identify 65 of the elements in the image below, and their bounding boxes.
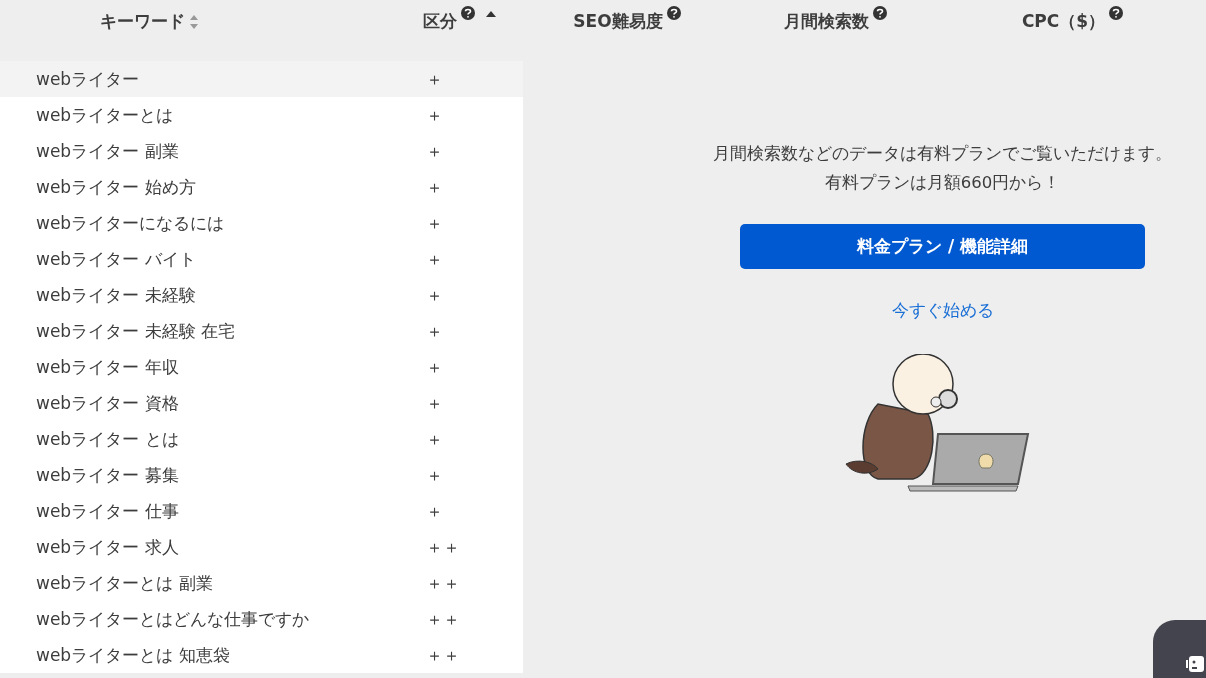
table-row[interactable]: webライター 副業 ＋ [0,133,523,169]
category-cell: ＋ [426,247,443,271]
category-cell: ＋＋ [426,535,460,559]
table-row[interactable]: webライター 資格 ＋ [0,385,523,421]
keyword-cell-text: webライターになるには [35,211,226,235]
help-icon[interactable] [666,5,681,20]
start-now-link[interactable]: 今すぐ始める [891,299,994,322]
table-row[interactable]: webライター 募集 ＋ [0,457,523,493]
keyword-cell-text: webライター 求人 [35,535,180,559]
table-row[interactable]: webライターになるには ＋ [0,205,523,241]
column-header[interactable]: CPC（$） [1021,10,1106,33]
category-cell: ＋ [426,67,443,91]
category-cell: ＋ [426,211,443,235]
table-row[interactable]: webライター ＋ [0,61,523,97]
category-cell: ＋＋ [426,571,460,595]
category-cell: ＋ [426,103,443,127]
upsell-message: 有料プランは月額660円から！ [824,172,1061,194]
column-header[interactable]: 月間検索数 [783,10,869,33]
keyword-cell-text: webライター 年収 [35,355,180,379]
table-row[interactable]: webライターとは ＋ [0,97,523,133]
help-icon[interactable] [1109,5,1124,20]
keyword-cell-text: webライター とは [35,427,180,451]
category-cell: ＋ [426,175,443,199]
keyword-cell-text: webライターとは [35,103,175,127]
category-cell: ＋ [426,139,443,163]
upsell-message: 月間検索数などのデータは有料プランでご覧いただけます。 [713,143,1172,165]
keyword-cell-text: webライター 副業 [35,139,180,163]
table-row[interactable]: webライター 求人 ＋＋ [0,529,523,565]
keyword-cell-text: webライター 資格 [35,391,180,415]
keyword-cell-text: webライターとは 知恵袋 [35,643,231,667]
table-row[interactable]: webライター 未経験 ＋ [0,277,523,313]
table-row[interactable]: webライター 始め方 ＋ [0,169,523,205]
keyword-cell-text: webライター 未経験 [35,283,197,307]
category-cell: ＋ [426,427,443,451]
category-cell: ＋＋ [426,607,460,631]
table-row[interactable]: webライター 年収 ＋ [0,349,523,385]
help-icon[interactable] [460,5,475,20]
keyword-cell-text: webライター 始め方 [35,175,197,199]
column-header[interactable]: キーワード [100,10,185,33]
table-row[interactable]: webライター バイト ＋ [0,241,523,277]
table-row[interactable]: webライターとはどんな仕事ですか ＋＋ [0,601,523,637]
category-cell: ＋ [426,391,443,415]
category-cell: ＋ [426,319,443,343]
keyword-cell-text: webライター 仕事 [35,499,180,523]
category-cell: ＋ [426,283,443,307]
table-row[interactable]: webライター 仕事 ＋ [0,493,523,529]
table-row[interactable]: webライター 未経験 在宅 ＋ [0,313,523,349]
keyword-cell-text: webライター 未経験 在宅 [35,319,236,343]
pricing-button[interactable]: 料金プラン / 機能詳細 [740,224,1145,269]
table-row[interactable]: webライターとは 知恵袋 ＋＋ [0,637,523,673]
help-icon[interactable] [872,5,887,20]
category-cell: ＋＋ [426,643,460,667]
keyword-cell-text: webライターとは 副業 [35,571,214,595]
category-cell: ＋ [426,355,443,379]
table-row[interactable]: webライターとは 副業 ＋＋ [0,565,523,601]
category-cell: ＋ [426,463,443,487]
keyword-cell-text: webライターとはどんな仕事ですか [35,607,311,631]
keyword-cell-text: webライター 募集 [35,463,180,487]
column-header[interactable]: SEO難易度 [573,10,663,33]
sort-ascending-icon[interactable] [484,9,497,18]
category-cell: ＋ [426,499,443,523]
table-row[interactable]: webライター とは ＋ [0,421,523,457]
column-header[interactable]: 区分 [422,10,457,33]
keyword-cell-text: webライター [35,67,141,91]
keyword-cell-text: webライター バイト [35,247,197,271]
